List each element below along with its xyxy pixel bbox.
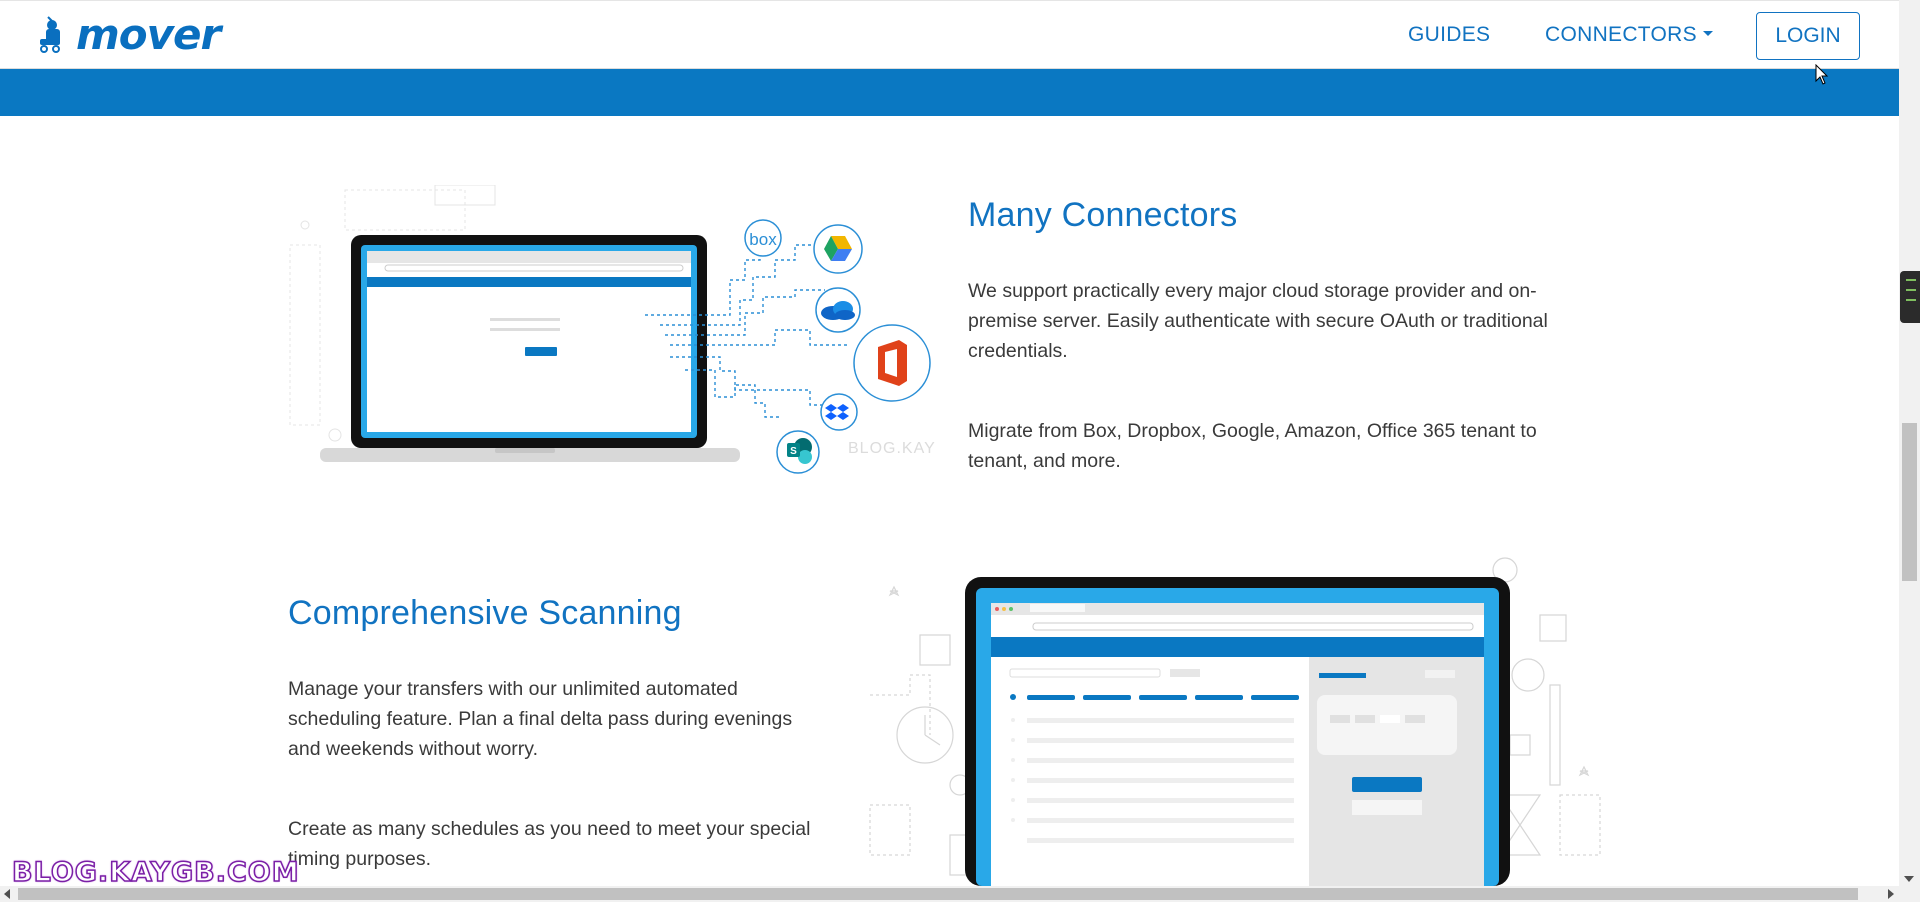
horizontal-scrollbar-thumb[interactable] [18, 888, 1858, 900]
connectors-title: Many Connectors [968, 196, 1238, 234]
svg-text:box: box [749, 230, 777, 249]
scroll-right-arrow-icon[interactable] [1888, 889, 1894, 899]
scroll-left-arrow-icon[interactable] [4, 889, 10, 899]
dropbox-icon [820, 393, 858, 431]
page-viewport: mover GUIDES CONNECTORS LOGIN box S BLOG… [0, 0, 1899, 886]
connectors-paragraph-2: Migrate from Box, Dropbox, Google, Amazo… [968, 420, 1537, 472]
mouse-cursor-icon [1815, 64, 1829, 85]
scroll-down-arrow-icon[interactable] [1904, 876, 1914, 882]
google-drive-icon [813, 224, 863, 274]
side-widget-tab[interactable] [1900, 271, 1920, 323]
logo-text: mover [76, 10, 221, 59]
scanning-illustration [850, 555, 1620, 886]
login-button[interactable]: LOGIN [1756, 12, 1860, 60]
blog-watermark: BLOG.KAYGB.COM [11, 856, 300, 886]
vertical-scrollbar[interactable] [1899, 0, 1920, 886]
nav-connectors-dropdown[interactable]: CONNECTORS [1545, 23, 1713, 47]
vertical-scrollbar-thumb[interactable] [1902, 423, 1917, 581]
svg-text:S: S [790, 446, 797, 457]
hero-band [0, 69, 1899, 116]
caret-down-icon [1702, 31, 1713, 37]
horizontal-scrollbar[interactable] [0, 886, 1920, 902]
nav-connectors-label: CONNECTORS [1545, 23, 1697, 46]
mover-logo[interactable]: mover [38, 13, 228, 57]
office-icon [853, 324, 931, 402]
top-navbar: mover GUIDES CONNECTORS LOGIN [0, 0, 1899, 69]
svg-text:BLOG.KAYGB.COM: BLOG.KAYGB.COM [848, 440, 935, 457]
scanning-paragraph-1: Manage your transfers with our unlimited… [288, 678, 793, 760]
connectors-illustration: box S BLOG.KAY [285, 184, 1006, 475]
connectors-paragraph-1: We support practically every major cloud… [968, 280, 1548, 362]
scanning-paragraph-2: Create as many schedules as you need to … [288, 818, 811, 870]
sharepoint-icon: S [776, 430, 820, 474]
box-icon: box [744, 219, 782, 257]
onedrive-icon [815, 287, 861, 333]
scanning-title: Comprehensive Scanning [288, 594, 682, 632]
nav-guides-link[interactable]: GUIDES [1408, 23, 1490, 47]
